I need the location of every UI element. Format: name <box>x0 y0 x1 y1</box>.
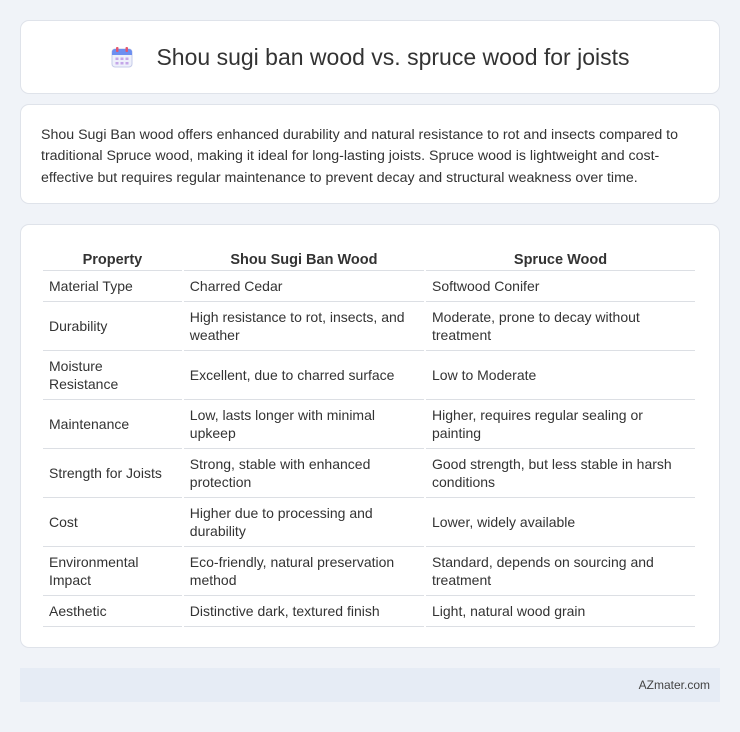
table-cell: Softwood Conifer <box>426 271 695 302</box>
page-title: Shou sugi ban wood vs. spruce wood for j… <box>156 43 630 70</box>
header-shou-sugi-ban: Shou Sugi Ban Wood <box>183 245 424 271</box>
header-spruce: Spruce Wood <box>426 245 695 271</box>
table-cell: Moderate, prone to decay without treatme… <box>426 302 695 351</box>
table-cell: Low to Moderate <box>426 351 695 400</box>
intro-card: Shou Sugi Ban wood offers enhanced durab… <box>20 104 720 204</box>
footer-site-label: AZmater.com <box>638 678 710 692</box>
table-cell: Higher due to processing and durability <box>183 498 424 547</box>
table-row: Material Type Charred Cedar Softwood Con… <box>43 271 695 302</box>
table-cell: Higher, requires regular sealing or pain… <box>426 400 695 449</box>
table-cell: Standard, depends on sourcing and treatm… <box>426 547 695 596</box>
table-cell: Moisture Resistance <box>43 351 182 400</box>
footer-bar: AZmater.com <box>20 668 720 702</box>
table-cell: High resistance to rot, insects, and wea… <box>183 302 424 351</box>
table-cell: Light, natural wood grain <box>426 596 695 627</box>
table-cell: Lower, widely available <box>426 498 695 547</box>
table-cell: Eco-friendly, natural preservation metho… <box>183 547 424 596</box>
table-header-row: Property Shou Sugi Ban Wood Spruce Wood <box>43 245 695 271</box>
header-property: Property <box>43 245 182 271</box>
table-row: Moisture Resistance Excellent, due to ch… <box>43 351 695 400</box>
table-cell: Strong, stable with enhanced protection <box>183 449 424 498</box>
table-cell: Material Type <box>43 271 182 302</box>
table-row: Maintenance Low, lasts longer with minim… <box>43 400 695 449</box>
table-cell: Strength for Joists <box>43 449 182 498</box>
table-cell: Durability <box>43 302 182 351</box>
table-cell: Distinctive dark, textured finish <box>183 596 424 627</box>
table-row: Cost Higher due to processing and durabi… <box>43 498 695 547</box>
table-row: Environmental Impact Eco-friendly, natur… <box>43 547 695 596</box>
calendar-icon <box>111 47 133 68</box>
header-card: Shou sugi ban wood vs. spruce wood for j… <box>20 20 720 94</box>
comparison-table-card: Property Shou Sugi Ban Wood Spruce Wood … <box>20 224 720 648</box>
table-row: Strength for Joists Strong, stable with … <box>43 449 695 498</box>
table-row: Aesthetic Distinctive dark, textured fin… <box>43 596 695 627</box>
table-cell: Aesthetic <box>43 596 182 627</box>
intro-paragraph: Shou Sugi Ban wood offers enhanced durab… <box>41 127 678 186</box>
table-cell: Environmental Impact <box>43 547 182 596</box>
table-cell: Cost <box>43 498 182 547</box>
table-cell: Excellent, due to charred surface <box>183 351 424 400</box>
comparison-table: Property Shou Sugi Ban Wood Spruce Wood … <box>41 245 697 627</box>
table-cell: Charred Cedar <box>183 271 424 302</box>
table-row: Durability High resistance to rot, insec… <box>43 302 695 351</box>
table-cell: Maintenance <box>43 400 182 449</box>
table-cell: Good strength, but less stable in harsh … <box>426 449 695 498</box>
title-wrap: Shou sugi ban wood vs. spruce wood for j… <box>110 43 630 71</box>
table-cell: Low, lasts longer with minimal upkeep <box>183 400 424 449</box>
